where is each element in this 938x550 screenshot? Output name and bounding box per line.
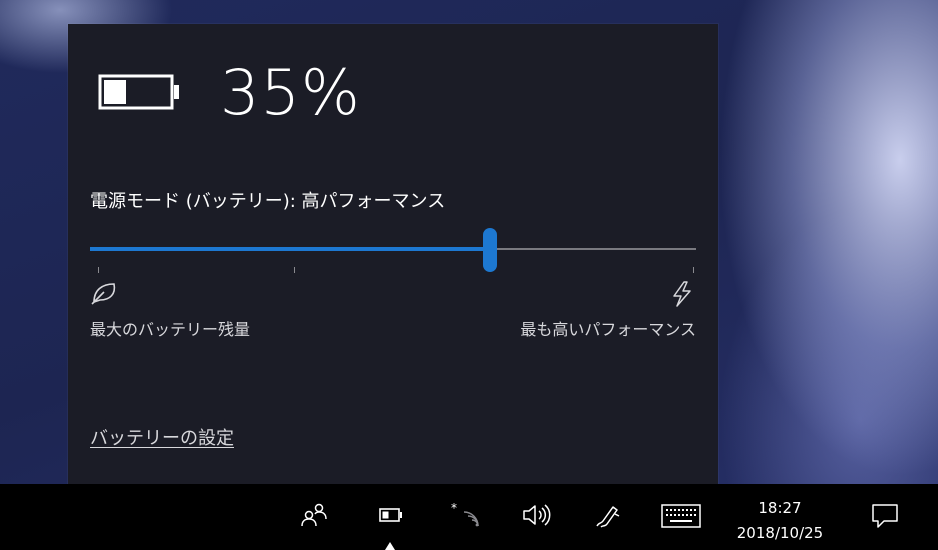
touch-keyboard-icon[interactable]: [661, 504, 701, 528]
taskbar: * 18:27 2018/10/25: [0, 484, 938, 550]
selected-indicator: [385, 542, 395, 550]
slider-tick: [98, 267, 99, 273]
lightning-bolt-icon: [673, 281, 691, 307]
slider-tick: [294, 267, 295, 273]
battery-icon[interactable]: [379, 508, 403, 522]
best-performance-label: 最も高いパフォーマンス: [520, 320, 696, 339]
slider-track-filled: [90, 247, 490, 251]
battery-percentage: 35%: [220, 56, 361, 129]
max-battery-label: 最大のバッテリー残量: [90, 320, 251, 339]
volume-icon[interactable]: [521, 502, 555, 528]
slider-thumb[interactable]: [483, 228, 497, 272]
wifi-airplane-icon[interactable]: *: [450, 502, 484, 530]
clock[interactable]: 18:27 2018/10/25: [718, 496, 842, 546]
slider-track-remaining: [490, 248, 696, 250]
clock-date: 2018/10/25: [736, 524, 824, 542]
battery-settings-link[interactable]: バッテリーの設定: [90, 424, 234, 450]
pen-workspace-icon[interactable]: [593, 502, 623, 530]
svg-text:*: *: [451, 502, 457, 515]
power-mode-label: 電源モード (バッテリー): 高パフォーマンス: [90, 191, 446, 212]
battery-flyout: 35% 電源モード (バッテリー): 高パフォーマンス 最大のバッテリー残量 最…: [68, 24, 718, 484]
slider-tick: [693, 267, 694, 273]
action-center-icon[interactable]: [870, 502, 900, 530]
clock-time: 18:27: [758, 499, 802, 517]
battery-status-icon: [98, 74, 179, 110]
people-icon[interactable]: [300, 502, 328, 528]
leaf-icon: [91, 283, 116, 305]
power-mode-slider[interactable]: [90, 228, 696, 278]
